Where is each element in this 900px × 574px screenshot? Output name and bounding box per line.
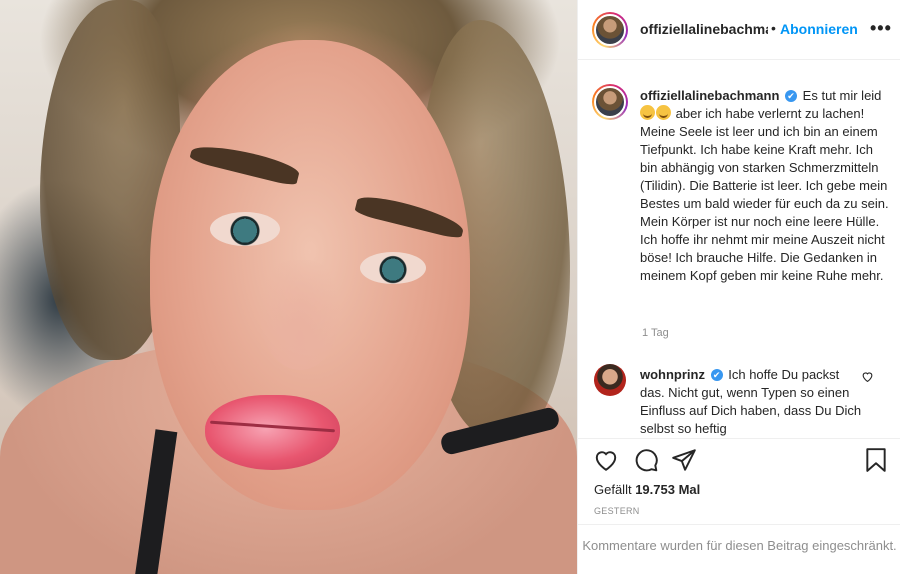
comment-icon[interactable] — [633, 447, 659, 473]
author-username[interactable]: offiziellalinebachmann — [640, 21, 768, 37]
comment-like-heart-icon[interactable] — [861, 370, 874, 386]
likes-count[interactable]: Gefällt 19.753 Mal — [594, 482, 700, 497]
post-side-panel: offiziellalinebachmann • Abonnieren ••• … — [577, 0, 900, 574]
caption-username[interactable]: offiziellalinebachmann — [640, 88, 779, 103]
sad-face-emoji-icon — [640, 105, 655, 120]
commenter-verified-icon: ✔ — [710, 369, 723, 381]
more-options-icon[interactable]: ••• — [870, 18, 892, 39]
caption-avatar[interactable] — [592, 84, 628, 120]
post-date[interactable]: GESTERN — [594, 506, 640, 516]
likes-label: Gefällt — [594, 482, 632, 497]
caption-text: offiziellalinebachmann ✔ Es tut mir leid… — [640, 87, 890, 285]
photo-lips — [205, 395, 340, 470]
comments-disabled-notice: Kommentare wurden für diesen Beitrag ein… — [578, 524, 900, 574]
post-actions: Gefällt 19.753 Mal GESTERN Kommentare wu… — [578, 438, 900, 574]
photo-eye-left — [210, 212, 280, 246]
bookmark-icon[interactable] — [864, 447, 888, 473]
author-avatar[interactable] — [592, 12, 628, 48]
verified-icon: ✔ — [785, 90, 798, 102]
commenter-username[interactable]: wohnprinz — [640, 367, 705, 382]
share-icon[interactable] — [671, 447, 697, 473]
post-header: offiziellalinebachmann • Abonnieren ••• — [578, 0, 900, 60]
post-photo[interactable] — [0, 0, 577, 574]
likes-number: 19.753 — [635, 482, 675, 497]
comment-text: wohnprinz ✔ Ich hoffe Du packst das. Nic… — [640, 366, 862, 438]
photo-eye-right — [360, 252, 426, 284]
caption-timestamp[interactable]: 1 Tag — [642, 327, 669, 339]
caption-text-rest: aber ich habe verlernt zu lachen! Meine … — [640, 106, 889, 283]
likes-unit: Mal — [678, 482, 701, 497]
commenter-avatar[interactable] — [594, 364, 626, 396]
comment-item: wohnprinz ✔ Ich hoffe Du packst das. Nic… — [578, 360, 900, 440]
crying-face-emoji-icon — [656, 105, 671, 120]
follow-button[interactable]: Abonnieren — [780, 21, 858, 37]
heart-icon[interactable] — [593, 447, 619, 473]
caption-text-start: Es tut mir leid — [802, 88, 882, 103]
header-separator: • — [771, 20, 776, 36]
photo-nose — [260, 260, 340, 370]
